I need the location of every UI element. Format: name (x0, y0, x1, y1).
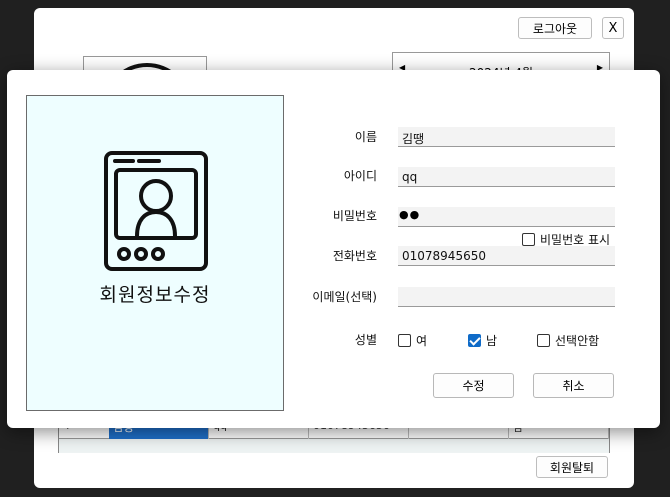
password-field[interactable] (398, 207, 615, 227)
email-label: 이메일(선택) (312, 290, 377, 304)
gender-female-label: 여 (416, 334, 428, 348)
gender-male-box[interactable] (468, 334, 481, 347)
save-button[interactable]: 수정 (433, 373, 514, 398)
phone-field[interactable]: 01078945650 (398, 246, 615, 266)
gender-none-checkbox[interactable]: 선택안함 (537, 332, 599, 349)
id-field[interactable]: qq (398, 167, 615, 187)
name-field[interactable]: 김땡 (398, 127, 615, 147)
phone-label: 전화번호 (332, 249, 377, 263)
gender-female-checkbox[interactable]: 여 (398, 332, 427, 349)
close-button[interactable]: X (602, 17, 624, 39)
id-label: 아이디 (343, 169, 377, 183)
show-password-box[interactable] (522, 233, 535, 246)
gender-male-label: 남 (486, 334, 498, 348)
cancel-button[interactable]: 취소 (533, 373, 614, 398)
gender-label: 성별 (354, 333, 377, 347)
gender-female-box[interactable] (398, 334, 411, 347)
password-label: 비밀번호 (332, 209, 377, 223)
page-title: 회원정보수정 (99, 284, 211, 306)
logout-button[interactable]: 로그아웃 (518, 17, 592, 39)
side-panel: 회원정보수정 (26, 95, 284, 411)
profile-card-icon (104, 151, 208, 271)
name-label: 이름 (354, 130, 377, 144)
withdraw-button[interactable]: 회원탈퇴 (536, 456, 608, 478)
email-field[interactable] (398, 287, 615, 307)
edit-member-dialog: 회원정보수정 이름 김땡 아이디 qq 비밀번호 ●● 비밀번호 표시 전화번호… (7, 70, 660, 428)
gender-male-checkbox[interactable]: 남 (468, 332, 497, 349)
grid-empty-area (59, 439, 609, 453)
gender-none-box[interactable] (537, 334, 550, 347)
password-mask: ●● (399, 208, 421, 221)
gender-none-label: 선택안함 (555, 334, 600, 348)
